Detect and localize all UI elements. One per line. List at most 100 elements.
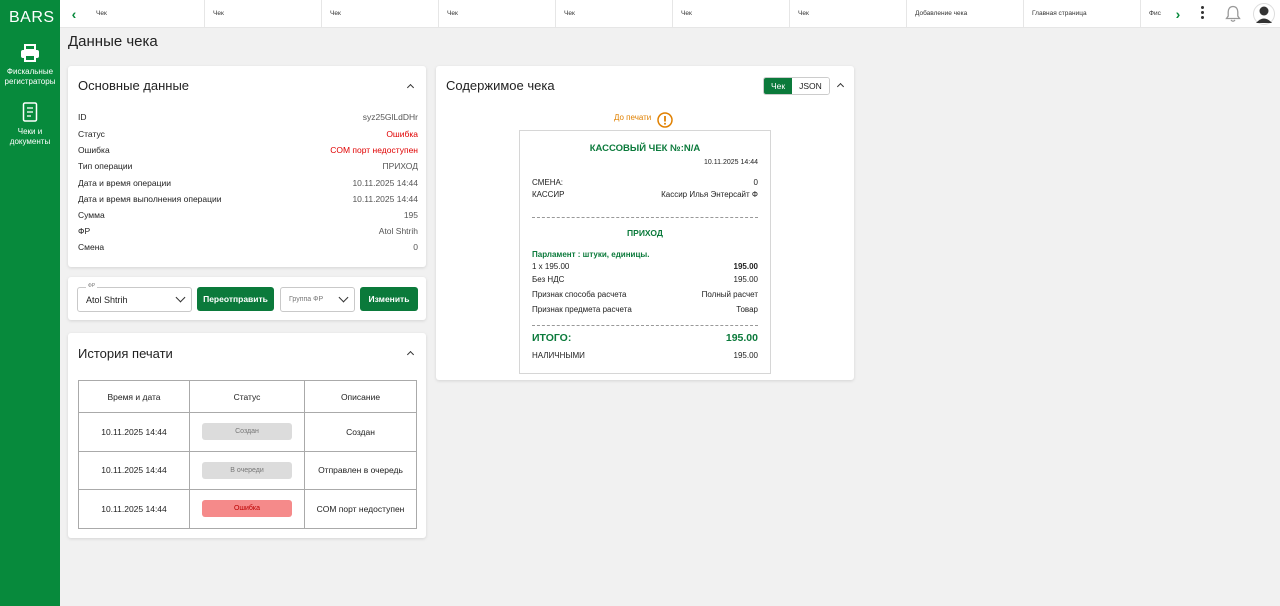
field-label: Статус	[78, 129, 105, 139]
chevron-up-icon[interactable]	[405, 348, 417, 360]
avatar-icon[interactable]	[1253, 3, 1275, 25]
tab-item[interactable]: Фис	[1141, 0, 1170, 28]
receipt-item-row: 1 x 195.00 195.00	[532, 261, 758, 272]
tab-item[interactable]: Чек	[205, 0, 322, 28]
receipt-label: Признак предмета расчета	[532, 305, 632, 314]
status-badge: Создан	[202, 423, 292, 441]
page-title: Данные чека	[68, 33, 158, 50]
sidebar-item-receipts-documents[interactable]: Чеки и документы	[0, 102, 60, 147]
history-time: 10.11.2025 14:44	[78, 412, 190, 452]
receipt-subject-row: Признак предмета расчета Товар	[532, 304, 758, 315]
table-header-row: Время и дата Статус Описание	[78, 380, 417, 413]
field-value: 0	[413, 242, 418, 252]
receipt-value: Полный расчет	[701, 290, 758, 299]
document-icon	[22, 102, 38, 122]
toggle-json-view[interactable]: JSON	[792, 78, 829, 94]
field-fr: ФР Atol Shtrih	[78, 225, 418, 237]
fr-group-placeholder: Группа ФР	[289, 296, 324, 303]
field-sum: Сумма 195	[78, 209, 418, 221]
receipt-label: 1 x 195.00	[532, 262, 570, 271]
field-label: Дата и время операции	[78, 178, 171, 188]
tab-item[interactable]: Чек	[790, 0, 907, 28]
field-value: 10.11.2025 14:44	[352, 194, 418, 204]
chevron-up-icon[interactable]	[405, 81, 417, 93]
receipt-cash-row: НАЛИЧНЫМИ 195.00	[532, 350, 758, 361]
status-badge: В очереди	[202, 461, 292, 479]
table-row: 10.11.2025 14:44 Создан Создан	[78, 412, 417, 452]
receipt-label: Признак способа расчета	[532, 290, 627, 299]
sidebar-item-fiscal-registers[interactable]: Фискальные регистраторы	[0, 44, 60, 87]
history-time: 10.11.2025 14:44	[78, 450, 190, 490]
receipt-value: Кассир Илья Энтерсайт Ф	[661, 190, 758, 199]
column-header: Описание	[304, 380, 417, 413]
field-execution-datetime: Дата и время выполнения операции 10.11.2…	[78, 193, 418, 205]
receipt-contents-title: Содержимое чека	[446, 78, 555, 93]
receipt-divider	[532, 217, 758, 218]
resend-button[interactable]: Переотправить	[197, 287, 274, 311]
tab-item[interactable]: Чек	[556, 0, 673, 28]
more-vertical-icon[interactable]	[1197, 4, 1207, 24]
history-status-cell: Создан	[189, 412, 305, 452]
receipt-item-name: Парламент : штуки, единицы.	[532, 250, 650, 259]
chevron-up-icon[interactable]	[835, 80, 847, 92]
warning-icon	[657, 112, 673, 128]
tab-item[interactable]: Чек	[322, 0, 439, 28]
receipt-label: СМЕНА:	[532, 178, 564, 187]
fr-select-label: ФР	[86, 283, 98, 289]
chevron-left-icon[interactable]: ‹	[67, 5, 81, 23]
tab-item[interactable]: Чек	[88, 0, 205, 28]
print-history-card: История печати Время и дата Статус Описа…	[68, 333, 426, 538]
fr-select[interactable]: ФР Atol Shtrih	[77, 283, 192, 312]
receipt-preview: КАССОВЫЙ ЧЕК №:N/A 10.11.2025 14:44 СМЕН…	[519, 130, 771, 374]
sidebar: BARS Фискальные регистраторы Чеки и доку…	[0, 0, 60, 606]
bell-icon[interactable]	[1225, 5, 1241, 23]
receipt-vat-row: Без НДС 195.00	[532, 274, 758, 285]
tabs-strip: Чек Чек Чек Чек Чек Чек Чек Добавление ч…	[88, 0, 1170, 28]
field-value: 10.11.2025 14:44	[352, 178, 418, 188]
field-error: Ошибка COM порт недоступен	[78, 144, 418, 156]
fr-group-select[interactable]: Группа ФР	[280, 287, 355, 312]
toggle-receipt-view[interactable]: Чек	[764, 78, 793, 94]
receipt-value: 195.00	[733, 351, 758, 360]
field-label: Тип операции	[78, 161, 133, 171]
history-status-cell: В очереди	[189, 450, 305, 490]
tab-bar: ‹ Чек Чек Чек Чек Чек Чек Чек Добавление…	[60, 0, 1280, 28]
tab-item[interactable]: Чек	[439, 0, 556, 28]
field-status: Статус Ошибка	[78, 128, 418, 140]
receipt-shift-row: СМЕНА: 0	[532, 177, 758, 188]
receipt-datetime-row: 10.11.2025 14:44	[532, 157, 758, 168]
chevron-right-icon[interactable]: ›	[1171, 5, 1185, 23]
table-row: 10.11.2025 14:44 В очереди Отправлен в о…	[78, 450, 417, 490]
main-data-card: Основные данные ID syz25GlLdDHr Статус О…	[68, 66, 426, 267]
field-operation-datetime: Дата и время операции 10.11.2025 14:44	[78, 177, 418, 189]
controls-card: ФР Atol Shtrih Переотправить Группа ФР И…	[68, 277, 426, 320]
column-header: Время и дата	[78, 380, 190, 413]
receipt-value: 195.00	[733, 262, 758, 271]
receipt-total-value: 195.00	[725, 332, 758, 344]
receipt-value: 0	[753, 178, 758, 187]
field-label: ID	[78, 112, 87, 122]
field-label: Смена	[78, 242, 105, 252]
history-description: Отправлен в очередь	[304, 450, 417, 490]
receipt-contents-card: Содержимое чека Чек JSON До печати КАССО…	[436, 66, 854, 380]
sidebar-item-label: Фискальные регистраторы	[4, 67, 56, 86]
before-print-label: До печати	[614, 113, 652, 122]
chevron-down-icon	[338, 292, 349, 303]
history-time: 10.11.2025 14:44	[78, 489, 190, 529]
field-label: Сумма	[78, 210, 105, 220]
history-description: Создан	[304, 412, 417, 452]
receipt-total-row: ИТОГО: 195.00	[532, 331, 758, 345]
change-button[interactable]: Изменить	[360, 287, 418, 311]
chevron-down-icon	[175, 292, 186, 303]
field-id: ID syz25GlLdDHr	[78, 111, 418, 123]
field-shift: Смена 0	[78, 241, 418, 253]
receipt-datetime: 10.11.2025 14:44	[704, 159, 758, 166]
receipt-payment-method-row: Признак способа расчета Полный расчет	[532, 289, 758, 300]
receipt-label: Без НДС	[532, 275, 565, 284]
tab-item[interactable]: Главная страница	[1024, 0, 1141, 28]
field-operation-type: Тип операции ПРИХОД	[78, 160, 418, 172]
history-status-cell: Ошибка	[189, 489, 305, 529]
table-row: 10.11.2025 14:44 Ошибка COM порт недосту…	[78, 489, 417, 529]
tab-item[interactable]: Чек	[673, 0, 790, 28]
tab-item[interactable]: Добавление чека	[907, 0, 1024, 28]
